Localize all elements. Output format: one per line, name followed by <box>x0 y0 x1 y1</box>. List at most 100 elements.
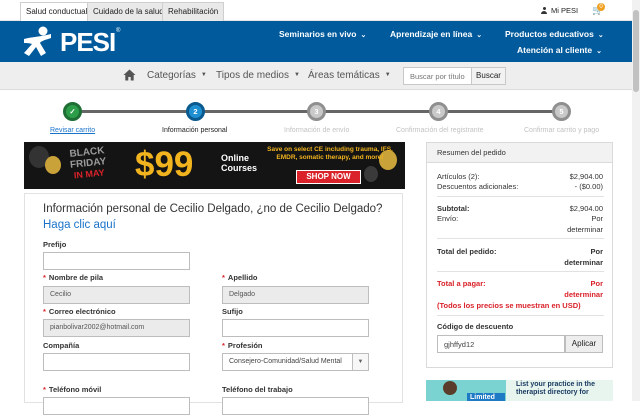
amount-due-label: Total a pagar: <box>437 279 486 288</box>
divider <box>437 315 604 316</box>
step-payment-label: Confirmar carrito y pago <box>524 127 600 134</box>
amount-due-value-2: determinar <box>564 290 603 299</box>
apply-button[interactable]: Aplicar <box>565 335 603 353</box>
profession-select[interactable]: Consejero-Comunidad/Salud Mental <box>222 353 369 371</box>
items-label: Artículos (2): <box>437 172 480 181</box>
scrollbar-thumb[interactable] <box>633 10 639 92</box>
click-here-link[interactable]: Haga clic aquí <box>43 219 116 231</box>
chevron-down-icon: ⌄ <box>360 32 367 39</box>
suffix-field[interactable] <box>222 319 369 337</box>
limited-badge: Limited <box>467 393 505 401</box>
prefix-label: Prefijo <box>43 240 67 249</box>
promo-banner[interactable]: BLACK FRIDAY IN MAY $99 Online Courses Save… <box>24 142 405 189</box>
company-label: Compañía <box>43 341 80 350</box>
black-friday-text: BLACK FRIDAY IN MAY <box>69 145 107 181</box>
first-name-field[interactable]: Cecilio <box>43 286 190 304</box>
chevron-down-icon: ⌄ <box>596 48 602 55</box>
required-marker: * <box>222 341 225 350</box>
step-review-cart-link[interactable]: Revisar carrito <box>50 127 95 134</box>
step-5-circle: 5 <box>552 102 571 121</box>
logo-text: PESI <box>60 27 116 57</box>
prefix-field[interactable] <box>43 252 190 270</box>
caret-down-icon: ▼ <box>384 72 391 78</box>
discount-code-input[interactable]: gjhffyd12 <box>437 335 565 353</box>
items-value: $2,904.00 <box>569 172 603 181</box>
email-field[interactable]: pianbolivar2002@hotmail.com <box>43 319 190 337</box>
order-total-label: Total del pedido: <box>437 247 497 256</box>
amount-due-value: Por <box>590 279 603 288</box>
subnav-tipos-de-medios[interactable]: Tipos de medios ▼ <box>216 70 300 81</box>
registered-mark: ® <box>116 28 121 34</box>
step-shipping-label: Información de envío <box>284 127 350 134</box>
work-phone-field[interactable] <box>222 397 369 415</box>
step-3-circle: 3 <box>307 102 326 121</box>
divider <box>437 238 604 239</box>
nav-aprendizaje-en-linea[interactable]: Aprendizaje en línea ⌄ <box>390 29 482 39</box>
step-4-circle: 4 <box>429 102 448 121</box>
work-phone-label: Teléfono del trabajo <box>222 385 293 394</box>
step-personal-info-label: Información personal <box>162 127 228 134</box>
nav-productos-educativos[interactable]: Productos educativos ⌄ <box>505 29 604 39</box>
discounts-value: - ($0.00) <box>574 182 603 191</box>
step-2-circle: 2 <box>186 102 205 121</box>
tab-salud-conductual[interactable]: Salud conductual <box>20 2 94 21</box>
last-name-field[interactable]: Delgado <box>222 286 369 304</box>
balloon-icon <box>45 156 61 174</box>
required-marker: * <box>43 273 46 282</box>
required-marker: * <box>43 307 46 316</box>
step-registrant-label: Confirmación del registrante <box>396 127 484 134</box>
required-marker: * <box>43 385 46 394</box>
person-photo <box>443 381 457 395</box>
order-total-value-2: determinar <box>564 258 603 267</box>
shipping-value: Por <box>591 214 603 223</box>
nav-seminarios-en-vivo[interactable]: Seminarios en vivo ⌄ <box>279 29 366 39</box>
usd-note: (Todos los precios se muestran en USD) <box>437 301 581 310</box>
mobile-phone-field[interactable] <box>43 397 190 415</box>
profession-label: * Profesión <box>222 341 263 350</box>
tab-cuidado-de-la-salud[interactable]: Cuidado de la salud <box>87 2 170 21</box>
form-title: Información personal de Cecilio Delgado,… <box>43 203 383 215</box>
ad-text: List your practice in the therapist direc… <box>516 381 595 396</box>
step-1-check-icon: ✓ <box>63 102 82 121</box>
pesi-figure-icon <box>24 26 51 56</box>
chevron-down-icon: ⌄ <box>476 32 483 39</box>
nav-atencion-al-cliente[interactable]: Atención al cliente ⌄ <box>517 45 602 55</box>
divider <box>437 196 604 197</box>
pesi-logo[interactable]: PESI ® <box>21 25 121 59</box>
shipping-label: Envío: <box>437 214 459 223</box>
subnav-areas-tematicas[interactable]: Áreas temáticas ▼ <box>308 70 391 81</box>
promo-price: $99 <box>135 145 194 184</box>
caret-down-icon: ▼ <box>200 72 207 78</box>
discounts-label: Descuentos adicionales: <box>437 182 519 191</box>
divider <box>437 271 604 272</box>
subtotal-label: Subtotal: <box>437 204 470 213</box>
email-label: * Correo electrónico <box>43 307 116 316</box>
promo-description: Save on select CE including trauma, IFS,… <box>267 146 393 161</box>
suffix-label: Sufijo <box>222 307 243 316</box>
search-input[interactable] <box>403 67 472 85</box>
discount-code-label: Código de descuento <box>437 322 514 331</box>
balloon-icon <box>364 166 378 182</box>
shipping-value-2: determinar <box>567 225 603 234</box>
user-icon <box>541 7 547 14</box>
caret-down-icon: ▼ <box>294 72 300 78</box>
search-button[interactable]: Buscar <box>471 67 506 85</box>
mi-pesi-link[interactable]: Mi PESI <box>541 6 578 15</box>
tab-rehabilitacion[interactable]: Rehabilitación <box>162 2 225 21</box>
chevron-down-icon[interactable]: ▼ <box>352 354 368 370</box>
last-name-label: * Apellido <box>222 273 258 282</box>
subtotal-value: $2,904.00 <box>569 204 603 213</box>
online-courses-text: Online Courses <box>221 153 258 173</box>
subnav-categorias[interactable]: Categorías ▼ <box>147 70 207 81</box>
order-total-value: Por <box>590 247 603 256</box>
shop-now-button[interactable]: SHOP NOW <box>296 170 361 184</box>
chevron-down-icon: ⌄ <box>597 32 604 39</box>
home-icon[interactable] <box>123 69 136 81</box>
required-marker: * <box>222 273 225 282</box>
cart-count-badge: 0 <box>597 3 605 11</box>
company-field[interactable] <box>43 353 190 371</box>
therapist-directory-ad[interactable]: Limited List your practice in the therapi… <box>426 380 613 401</box>
first-name-label: * Nombre de pila <box>43 273 104 282</box>
mi-pesi-label: Mi PESI <box>551 6 579 15</box>
order-summary-title: Resumen del pedido <box>427 143 612 163</box>
